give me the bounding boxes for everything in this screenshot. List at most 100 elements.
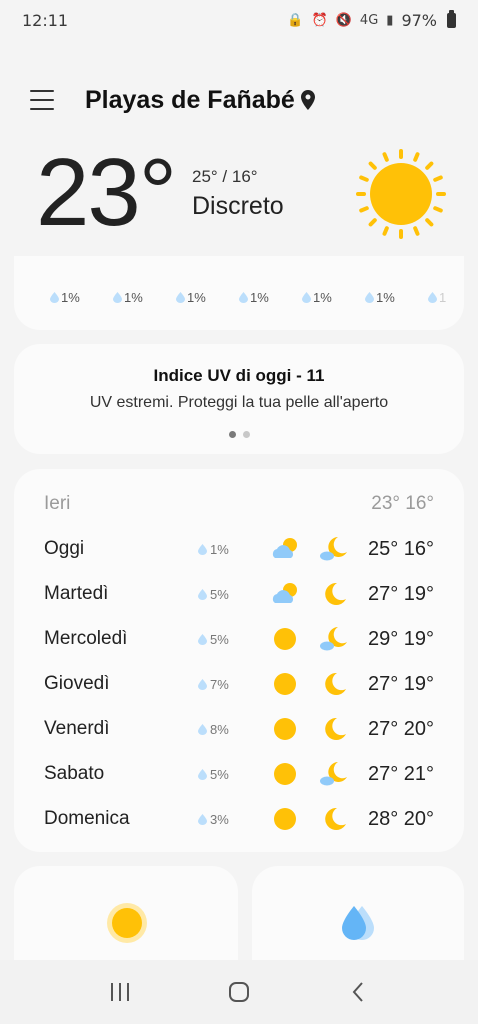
raindrop-icon: [198, 723, 207, 735]
yesterday-label: Ieri: [44, 493, 71, 514]
moon-icon: [318, 581, 348, 607]
navigation-bar: [0, 960, 478, 1024]
raindrop-icon: [198, 588, 207, 600]
hourly-forecast-card[interactable]: 1% 1% 1% 1% 1% 1% 1: [14, 256, 464, 330]
hourly-item: 1%: [302, 290, 365, 305]
uv-title: Indice UV di oggi - 11: [153, 366, 325, 385]
sun-icon: [270, 806, 300, 832]
day-row[interactable]: Mercoledì 5% 29° 19°: [44, 624, 434, 654]
uv-description: UV estremi. Proteggi la tua pelle all'ap…: [89, 394, 389, 411]
sun-icon: [270, 671, 300, 697]
sun-icon: [270, 716, 300, 742]
sun-icon: [356, 149, 446, 239]
day-temps: 27° 19°: [367, 672, 434, 695]
hourly-item: 1%: [176, 290, 239, 305]
raindrop-icon: [198, 543, 207, 555]
cloudy-moon-icon: [318, 626, 348, 652]
daily-forecast-card: Ieri 23° 16° Oggi 1% 25° 16° Martedì 5% 27° 1…: [14, 469, 464, 852]
raindrop-icon: [428, 292, 437, 303]
raindrop-icon: [198, 768, 207, 780]
day-temps: 25° 16°: [367, 537, 434, 560]
day-temps: 27° 20°: [367, 717, 434, 740]
day-row[interactable]: Oggi 1% 25° 16°: [44, 534, 434, 564]
raindrop-icon: [176, 292, 185, 303]
day-name: Martedì: [44, 583, 109, 604]
current-hilo: 25° / 16°: [192, 167, 258, 186]
raindrop-icon: [113, 292, 122, 303]
current-temperature: 23°: [36, 139, 177, 246]
raindrop-icon: [198, 633, 207, 645]
day-name: Mercoledì: [44, 628, 128, 649]
moon-icon: [318, 671, 348, 697]
day-precip: 5%: [198, 587, 229, 602]
moon-icon: [318, 716, 348, 742]
day-name: Oggi: [44, 538, 85, 559]
yesterday-row: Ieri 23° 16°: [44, 493, 434, 515]
status-time: 12:11: [22, 10, 69, 30]
day-temps: 28° 20°: [367, 807, 434, 830]
raindrop-icon: [365, 292, 374, 303]
day-row[interactable]: Martedì 5% 27° 19°: [44, 579, 434, 609]
signal-icon: ▮: [386, 12, 394, 28]
day-temps: 29° 19°: [367, 627, 434, 650]
day-row[interactable]: Giovedì 7% 27° 19°: [44, 669, 434, 699]
day-row[interactable]: Sabato 5% 27° 21°: [44, 759, 434, 789]
sun-icon: [107, 903, 147, 943]
location-title[interactable]: Playas de Fañabé: [85, 86, 295, 115]
page-dot: [242, 431, 250, 438]
day-precip: 7%: [198, 677, 229, 692]
raindrop-icon: [198, 678, 207, 690]
partly-cloudy-icon: [270, 581, 300, 607]
day-precip: 8%: [198, 722, 229, 737]
day-temps: 27° 21°: [367, 762, 434, 785]
hourly-item: 1%: [113, 290, 176, 305]
mute-icon: 🔇: [335, 12, 352, 28]
home-button[interactable]: [219, 972, 259, 1012]
page-dot-active: [228, 431, 236, 438]
back-icon: [352, 982, 364, 1002]
cloudy-moon-icon: [318, 536, 348, 562]
day-row[interactable]: Venerdì 8% 27° 20°: [44, 714, 434, 744]
menu-icon[interactable]: [30, 90, 54, 110]
recent-apps-button[interactable]: [100, 972, 140, 1012]
day-name: Domenica: [44, 808, 130, 829]
day-precip: 1%: [198, 542, 229, 557]
hourly-item: 1: [428, 290, 448, 305]
day-precip: 5%: [198, 632, 229, 647]
day-name: Giovedì: [44, 673, 110, 694]
sun-icon: [270, 761, 300, 787]
hourly-item: 1%: [239, 290, 302, 305]
moon-icon: [318, 806, 348, 832]
raindrop-icon: [239, 292, 248, 303]
day-row[interactable]: Domenica 3% 28° 20°: [44, 804, 434, 834]
location-pin-icon: [300, 90, 315, 110]
day-precip: 3%: [198, 812, 229, 827]
alarm-icon: ⏰: [311, 12, 328, 28]
battery-icon: [447, 9, 456, 28]
yesterday-temps: 23° 16°: [371, 493, 434, 514]
back-button[interactable]: [338, 972, 378, 1012]
cloudy-moon-icon: [318, 761, 348, 787]
current-condition: Discreto: [192, 192, 284, 220]
day-name: Sabato: [44, 763, 105, 784]
sun-icon: [270, 626, 300, 652]
raindrop-icon: [302, 292, 311, 303]
home-icon: [228, 982, 249, 1002]
hourly-item: 1%: [50, 290, 113, 305]
page-indicator: [14, 431, 464, 438]
battery-percent: 97%: [401, 10, 437, 30]
recent-apps-icon: [110, 983, 129, 1001]
day-precip: 5%: [198, 767, 229, 782]
raindrop-icon: [198, 813, 207, 825]
partly-cloudy-icon: [270, 536, 300, 562]
hourly-precip-row: 1% 1% 1% 1% 1% 1% 1: [50, 290, 448, 305]
water-drops-icon: [342, 906, 374, 940]
header: Playas de Fañabé: [30, 80, 458, 120]
status-bar: 12:11 🔒 ⏰ 🔇 4G ▮ 97%: [0, 0, 478, 40]
status-icons: 🔒 ⏰ 🔇 4G ▮ 97%: [287, 9, 456, 30]
uv-index-card[interactable]: Indice UV di oggi - 11 UV estremi. Prote…: [14, 344, 464, 454]
day-name: Venerdì: [44, 718, 110, 739]
raindrop-icon: [50, 292, 59, 303]
lock-icon: 🔒: [287, 12, 304, 28]
hourly-item: 1%: [365, 290, 428, 305]
